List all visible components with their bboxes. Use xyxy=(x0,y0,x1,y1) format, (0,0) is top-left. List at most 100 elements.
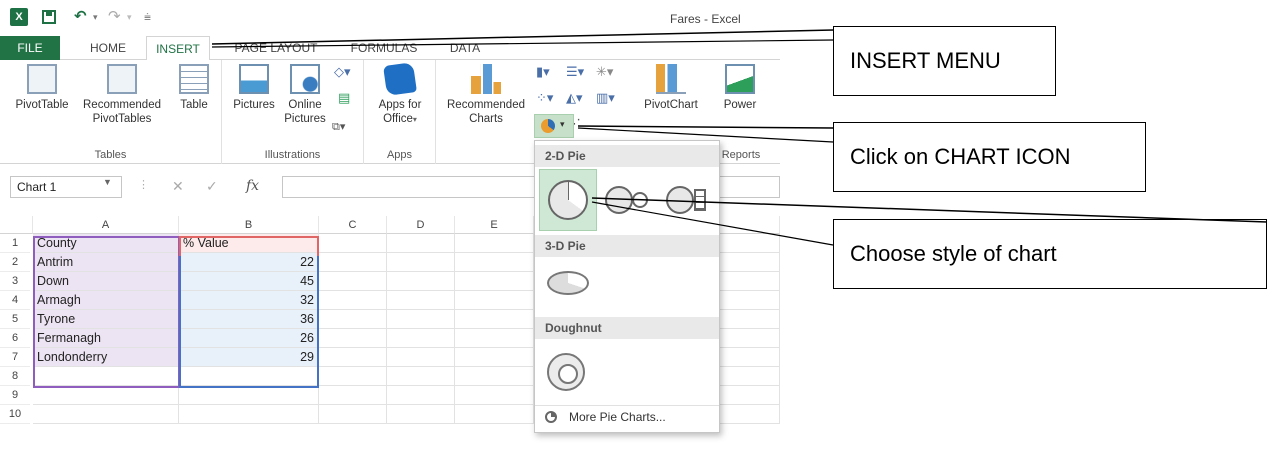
cell-empty[interactable] xyxy=(387,310,455,329)
online-pictures-button[interactable]: Online Pictures xyxy=(280,64,330,126)
row-header[interactable]: 8 xyxy=(0,367,30,386)
column-header-a[interactable]: A xyxy=(33,216,179,234)
cell-empty[interactable] xyxy=(319,367,387,386)
bar-chart-icon[interactable]: ☰▾ xyxy=(566,64,584,80)
name-box-dropdown-icon[interactable]: ▼ xyxy=(103,177,112,187)
area-chart-icon[interactable]: ◭▾ xyxy=(566,90,583,106)
hierarchy-chart-icon[interactable]: ▥▾ xyxy=(596,90,615,106)
column-chart-icon[interactable]: ▮▾ xyxy=(536,64,550,80)
cell-empty[interactable] xyxy=(387,234,455,253)
cell-value[interactable]: 45 xyxy=(179,272,319,291)
cell-empty[interactable] xyxy=(319,291,387,310)
cell-empty[interactable] xyxy=(387,291,455,310)
shapes-icon[interactable]: ◇▾ xyxy=(334,64,351,80)
cell-empty[interactable] xyxy=(387,253,455,272)
cell-empty[interactable] xyxy=(387,272,455,291)
select-all-corner[interactable] xyxy=(0,216,33,234)
tab-formulas[interactable]: FORMULAS xyxy=(344,36,424,60)
pivotchart-button[interactable]: PivotChart xyxy=(636,64,706,112)
cell-empty[interactable] xyxy=(455,329,534,348)
tab-file[interactable]: FILE xyxy=(0,36,60,60)
cell-empty[interactable] xyxy=(179,386,319,405)
insert-function-icon[interactable]: fx xyxy=(246,178,259,194)
cell-county[interactable]: Tyrone xyxy=(33,310,179,329)
more-pie-charts-item[interactable]: More Pie Charts... xyxy=(535,405,719,429)
cell-empty[interactable] xyxy=(319,310,387,329)
cell-empty[interactable] xyxy=(319,234,387,253)
tab-page-layout[interactable]: PAGE LAYOUT xyxy=(226,36,326,60)
cell-empty[interactable] xyxy=(319,329,387,348)
3d-pie-option[interactable] xyxy=(547,271,591,305)
cell-empty[interactable] xyxy=(455,405,534,424)
tab-data[interactable]: DATA xyxy=(440,36,490,60)
undo-icon[interactable]: ↶ xyxy=(74,8,87,26)
cell-value[interactable]: 29 xyxy=(179,348,319,367)
customize-toolbar-icon[interactable]: ⩧ xyxy=(144,8,151,26)
column-header-e[interactable]: E xyxy=(455,216,534,234)
pictures-button[interactable]: Pictures xyxy=(228,64,280,112)
row-header[interactable]: 10 xyxy=(0,405,30,424)
cell-county-header[interactable]: County xyxy=(33,234,179,253)
cell-empty[interactable] xyxy=(455,234,534,253)
cell-empty[interactable] xyxy=(387,386,455,405)
cell-empty[interactable] xyxy=(387,329,455,348)
column-header-d[interactable]: D xyxy=(387,216,455,234)
row-header[interactable]: 4 xyxy=(0,291,30,310)
cell-county[interactable]: Armagh xyxy=(33,291,179,310)
scatter-chart-icon[interactable]: ⁘▾ xyxy=(536,90,553,106)
cell-county[interactable]: Antrim xyxy=(33,253,179,272)
power-view-button[interactable]: Power xyxy=(718,64,762,112)
smartart-icon[interactable]: ▤ xyxy=(338,90,350,106)
cell-empty[interactable] xyxy=(33,386,179,405)
doughnut-option[interactable] xyxy=(547,353,585,391)
cell-value[interactable]: 36 xyxy=(179,310,319,329)
cell-value-header[interactable]: % Value xyxy=(179,234,319,253)
save-icon[interactable] xyxy=(42,10,56,24)
cell-empty[interactable] xyxy=(179,405,319,424)
row-header[interactable]: 3 xyxy=(0,272,30,291)
cancel-icon[interactable]: ✕ xyxy=(172,178,184,195)
table-button[interactable]: Table xyxy=(174,64,214,112)
cell-empty[interactable] xyxy=(319,405,387,424)
screenshot-icon[interactable]: ⧉▾ xyxy=(332,120,345,134)
recommended-pivottables-button[interactable]: Recommended PivotTables xyxy=(80,64,164,126)
cell-empty[interactable] xyxy=(33,405,179,424)
pie-chart-button[interactable]: ▾ xyxy=(534,114,574,138)
radar-chart-icon[interactable]: ✳▾ xyxy=(596,64,613,80)
cell-empty[interactable] xyxy=(319,253,387,272)
cell-value[interactable]: 22 xyxy=(179,253,319,272)
redo-dropdown-icon[interactable]: ▾ xyxy=(127,8,132,26)
cell-empty[interactable] xyxy=(455,386,534,405)
recommended-charts-button[interactable]: Recommended Charts xyxy=(442,64,530,126)
cell-county[interactable]: Londonderry xyxy=(33,348,179,367)
cell-empty[interactable] xyxy=(455,348,534,367)
cell-county[interactable]: Fermanagh xyxy=(33,329,179,348)
cell-empty[interactable] xyxy=(387,367,455,386)
cell-empty[interactable] xyxy=(319,386,387,405)
cell-empty[interactable] xyxy=(319,272,387,291)
cell-empty[interactable] xyxy=(455,367,534,386)
row-header[interactable]: 6 xyxy=(0,329,30,348)
row-header[interactable]: 2 xyxy=(0,253,30,272)
redo-icon[interactable]: ↷ xyxy=(108,8,121,26)
cell-county[interactable]: Down xyxy=(33,272,179,291)
row-header[interactable]: 9 xyxy=(0,386,30,405)
cell-value[interactable]: 32 xyxy=(179,291,319,310)
cell-empty[interactable] xyxy=(319,348,387,367)
tab-insert[interactable]: INSERT xyxy=(146,36,210,61)
pivottable-button[interactable]: PivotTable xyxy=(12,64,72,112)
undo-dropdown-icon[interactable]: ▾ xyxy=(93,8,98,26)
row-header[interactable]: 1 xyxy=(0,234,30,253)
apps-for-office-button[interactable]: Apps for Office▾ xyxy=(372,62,428,127)
row-header[interactable]: 5 xyxy=(0,310,30,329)
tab-home[interactable]: HOME xyxy=(78,36,138,60)
enter-icon[interactable]: ✓ xyxy=(206,178,218,195)
column-header-b[interactable]: B xyxy=(179,216,319,234)
column-header-c[interactable]: C xyxy=(319,216,387,234)
cell-value[interactable]: 26 xyxy=(179,329,319,348)
cell-empty[interactable] xyxy=(455,272,534,291)
cell-empty[interactable] xyxy=(455,291,534,310)
pie-chart-option[interactable] xyxy=(539,169,597,231)
cell-empty[interactable] xyxy=(387,405,455,424)
cell-empty[interactable] xyxy=(179,367,319,386)
